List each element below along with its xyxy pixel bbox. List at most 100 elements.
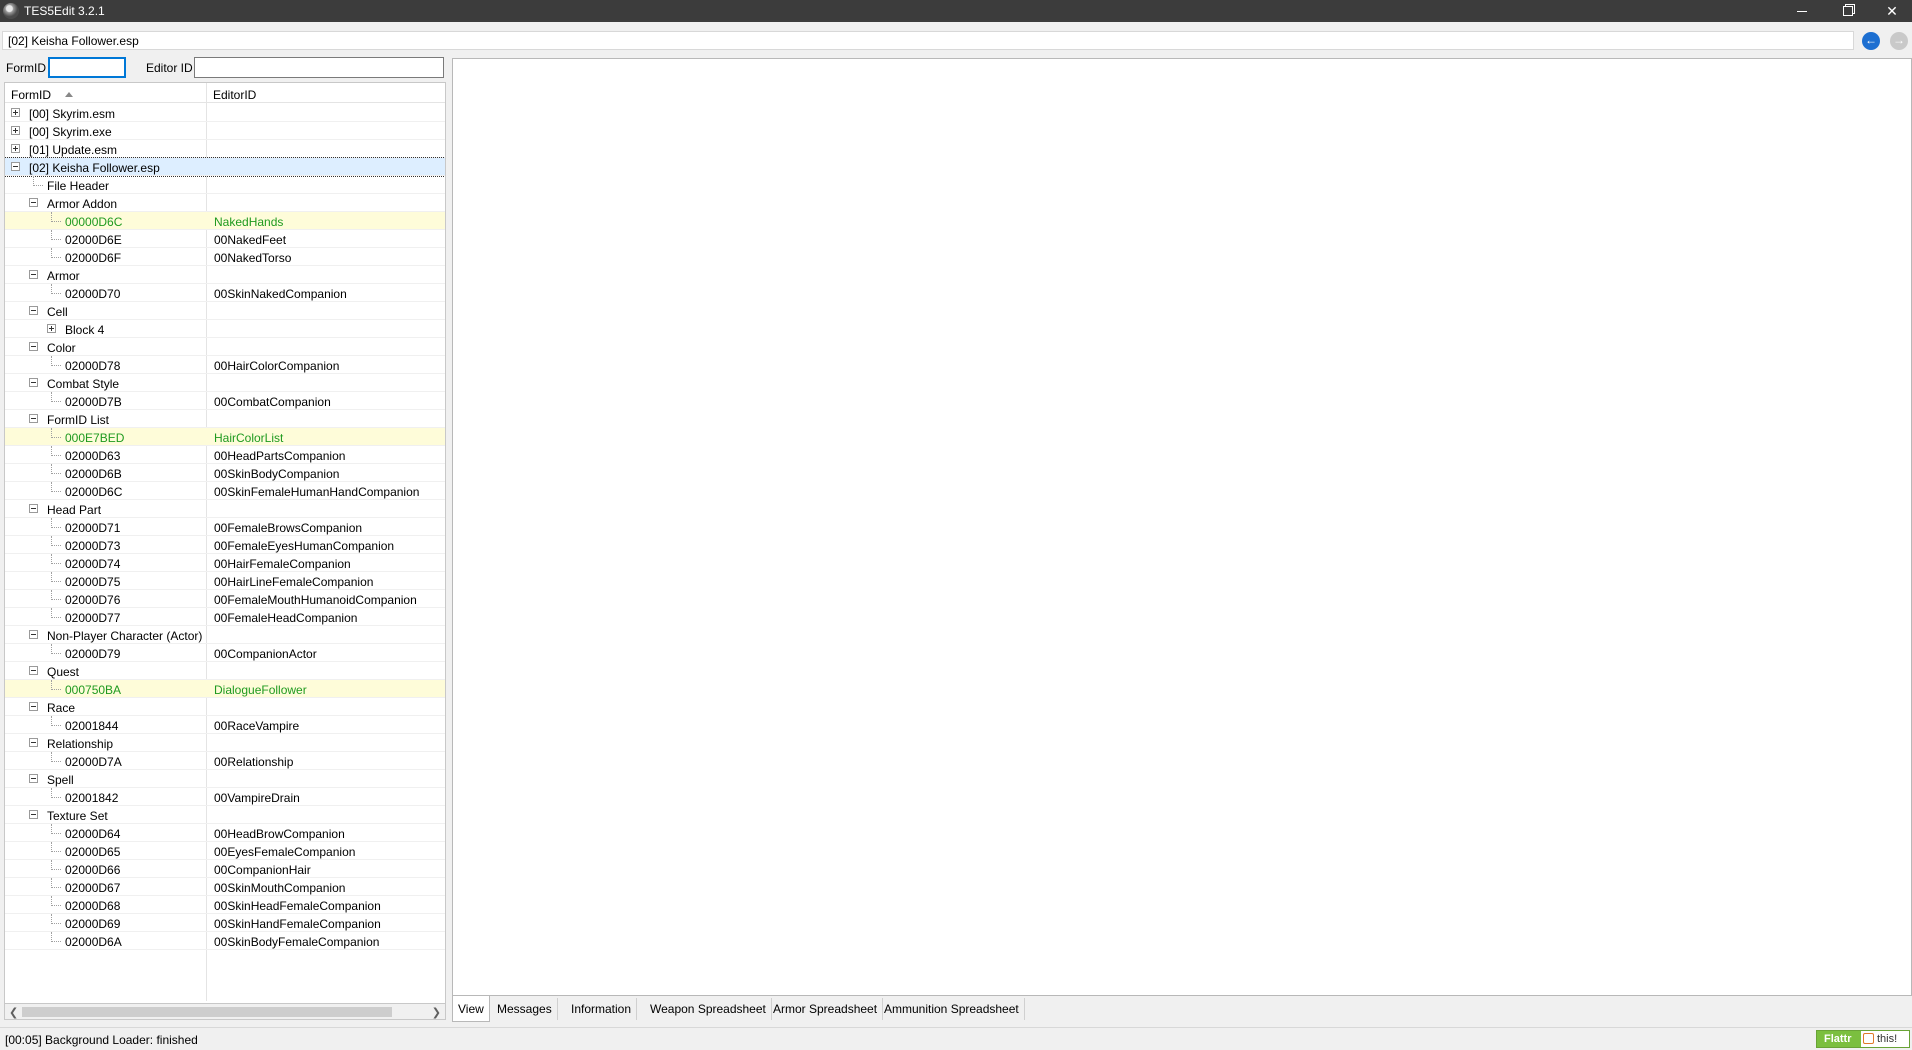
tree-row[interactable]: 02000D6B 00SkinBodyCompanion: [5, 464, 445, 482]
expand-icon[interactable]: [11, 108, 20, 117]
collapse-icon[interactable]: [29, 666, 38, 675]
tab-weapon-spreadsheet[interactable]: Weapon Spreadsheet: [645, 998, 772, 1020]
tree-row[interactable]: Non-Player Character (Actor): [5, 626, 445, 644]
collapse-icon[interactable]: [29, 810, 38, 819]
row-formid: 02000D69: [65, 917, 121, 931]
tree-row[interactable]: 02000D64 00HeadBrowCompanion: [5, 824, 445, 842]
back-arrow-icon[interactable]: [1862, 32, 1880, 50]
tree-row[interactable]: 02000D65 00EyesFemaleCompanion: [5, 842, 445, 860]
collapse-icon[interactable]: [29, 738, 38, 747]
tab-messages[interactable]: Messages: [492, 998, 558, 1020]
tree-row[interactable]: 02000D69 00SkinHandFemaleCompanion: [5, 914, 445, 932]
tree-row[interactable]: Cell: [5, 302, 445, 320]
tree-row[interactable]: File Header: [5, 176, 445, 194]
row-formid: Armor Addon: [47, 197, 118, 211]
tree-row[interactable]: 02000D75 00HairLineFemaleCompanion: [5, 572, 445, 590]
current-path: [02] Keisha Follower.esp: [8, 34, 139, 48]
expand-icon[interactable]: [11, 144, 20, 153]
row-editorid: 00HairColorCompanion: [214, 359, 340, 373]
tree-row[interactable]: Spell: [5, 770, 445, 788]
tree-row[interactable]: 02001842 00VampireDrain: [5, 788, 445, 806]
collapse-icon[interactable]: [29, 702, 38, 711]
expand-icon[interactable]: [11, 126, 20, 135]
collapse-icon[interactable]: [29, 306, 38, 315]
tree-row[interactable]: 02000D6E 00NakedFeet: [5, 230, 445, 248]
tree-row[interactable]: Armor: [5, 266, 445, 284]
tree-row[interactable]: 02000D7A 00Relationship: [5, 752, 445, 770]
tree-row[interactable]: Combat Style: [5, 374, 445, 392]
tes5edit-app-icon[interactable]: [3, 3, 19, 19]
collapse-icon[interactable]: [29, 270, 38, 279]
tree-row[interactable]: Head Part: [5, 500, 445, 518]
restore-icon[interactable]: [1826, 0, 1870, 22]
formid-column-header[interactable]: FormID: [11, 88, 51, 102]
scrollbar-thumb[interactable]: [22, 1007, 392, 1017]
record-view-panel[interactable]: [452, 58, 1912, 996]
tree-row[interactable]: 02000D68 00SkinHeadFemaleCompanion: [5, 896, 445, 914]
collapse-icon[interactable]: [29, 630, 38, 639]
collapse-icon[interactable]: [29, 504, 38, 513]
tab-information[interactable]: Information: [566, 998, 638, 1020]
tree-row[interactable]: 02000D66 00CompanionHair: [5, 860, 445, 878]
close-icon[interactable]: ✕: [1870, 0, 1912, 22]
tree-row[interactable]: [00] Skyrim.exe: [5, 122, 445, 140]
collapse-icon[interactable]: [29, 414, 38, 423]
row-editorid: 00FemaleBrowsCompanion: [214, 521, 363, 535]
horizontal-scrollbar[interactable]: ❮ ❯: [4, 1003, 446, 1020]
row-formid: Combat Style: [47, 377, 120, 391]
tree-row[interactable]: Armor Addon: [5, 194, 445, 212]
tree-row[interactable]: Color: [5, 338, 445, 356]
tab-view[interactable]: View: [452, 996, 490, 1022]
tree-row[interactable]: 02000D7B 00CombatCompanion: [5, 392, 445, 410]
tree-row[interactable]: 02000D79 00CompanionActor: [5, 644, 445, 662]
tree-row[interactable]: 02000D76 00FemaleMouthHumanoidCompanion: [5, 590, 445, 608]
tree-row[interactable]: 02000D78 00HairColorCompanion: [5, 356, 445, 374]
tree-row[interactable]: 02000D74 00HairFemaleCompanion: [5, 554, 445, 572]
tab-ammunition-spreadsheet[interactable]: Ammunition Spreadsheet: [879, 998, 1025, 1020]
collapse-icon[interactable]: [29, 198, 38, 207]
tree-row[interactable]: 02000D73 00FemaleEyesHumanCompanion: [5, 536, 445, 554]
tree-row[interactable]: 02000D63 00HeadPartsCompanion: [5, 446, 445, 464]
tree-row[interactable]: 02000D6C 00SkinFemaleHumanHandCompanion: [5, 482, 445, 500]
row-formid: 02000D67: [65, 881, 121, 895]
tree-connector: [51, 680, 61, 690]
tree-row[interactable]: 00000D6C NakedHands: [5, 212, 445, 230]
collapse-icon[interactable]: [29, 378, 38, 387]
tree-row[interactable]: 02000D71 00FemaleBrowsCompanion: [5, 518, 445, 536]
tree-row[interactable]: 02000D6F 00NakedTorso: [5, 248, 445, 266]
tree-row[interactable]: 02001844 00RaceVampire: [5, 716, 445, 734]
tree-row[interactable]: Block 4: [5, 320, 445, 338]
collapse-icon[interactable]: [29, 342, 38, 351]
tree-row[interactable]: [02] Keisha Follower.esp: [5, 157, 445, 177]
tree-row[interactable]: 000750BA DialogueFollower: [5, 680, 445, 698]
scroll-right-icon[interactable]: ❯: [432, 1006, 441, 1019]
tree-row[interactable]: Texture Set: [5, 806, 445, 824]
formid-input[interactable]: [48, 57, 126, 78]
tree-row[interactable]: [01] Update.esm: [5, 140, 445, 158]
tree-connector: [51, 788, 61, 798]
tab-armor-spreadsheet[interactable]: Armor Spreadsheet: [768, 998, 884, 1020]
tree-row[interactable]: Race: [5, 698, 445, 716]
tree-row[interactable]: 000E7BED HairColorList: [5, 428, 445, 446]
tree-row[interactable]: Relationship: [5, 734, 445, 752]
record-tree[interactable]: FormID EditorID [00] Skyrim.esm [00] Skyr…: [4, 82, 446, 1020]
tree-row[interactable]: FormID List: [5, 410, 445, 428]
minimize-icon[interactable]: [1780, 0, 1824, 22]
tree-row[interactable]: 02000D67 00SkinMouthCompanion: [5, 878, 445, 896]
flattr-button[interactable]: Flattr this!: [1816, 1030, 1910, 1048]
tree-row[interactable]: Quest: [5, 662, 445, 680]
collapse-icon[interactable]: [29, 774, 38, 783]
row-formid: Color: [47, 341, 76, 355]
editorid-column-header[interactable]: EditorID: [213, 88, 256, 102]
row-editorid: 00SkinHeadFemaleCompanion: [214, 899, 381, 913]
scroll-left-icon[interactable]: ❮: [9, 1006, 18, 1019]
tree-row[interactable]: [00] Skyrim.esm: [5, 104, 445, 122]
collapse-icon[interactable]: [11, 162, 20, 171]
tree-connector: [51, 608, 61, 618]
forward-arrow-icon[interactable]: [1890, 32, 1908, 50]
tree-row[interactable]: 02000D6A 00SkinBodyFemaleCompanion: [5, 932, 445, 950]
tree-row[interactable]: 02000D70 00SkinNakedCompanion: [5, 284, 445, 302]
expand-icon[interactable]: [47, 324, 56, 333]
tree-row[interactable]: 02000D77 00FemaleHeadCompanion: [5, 608, 445, 626]
editorid-input[interactable]: [194, 57, 444, 78]
